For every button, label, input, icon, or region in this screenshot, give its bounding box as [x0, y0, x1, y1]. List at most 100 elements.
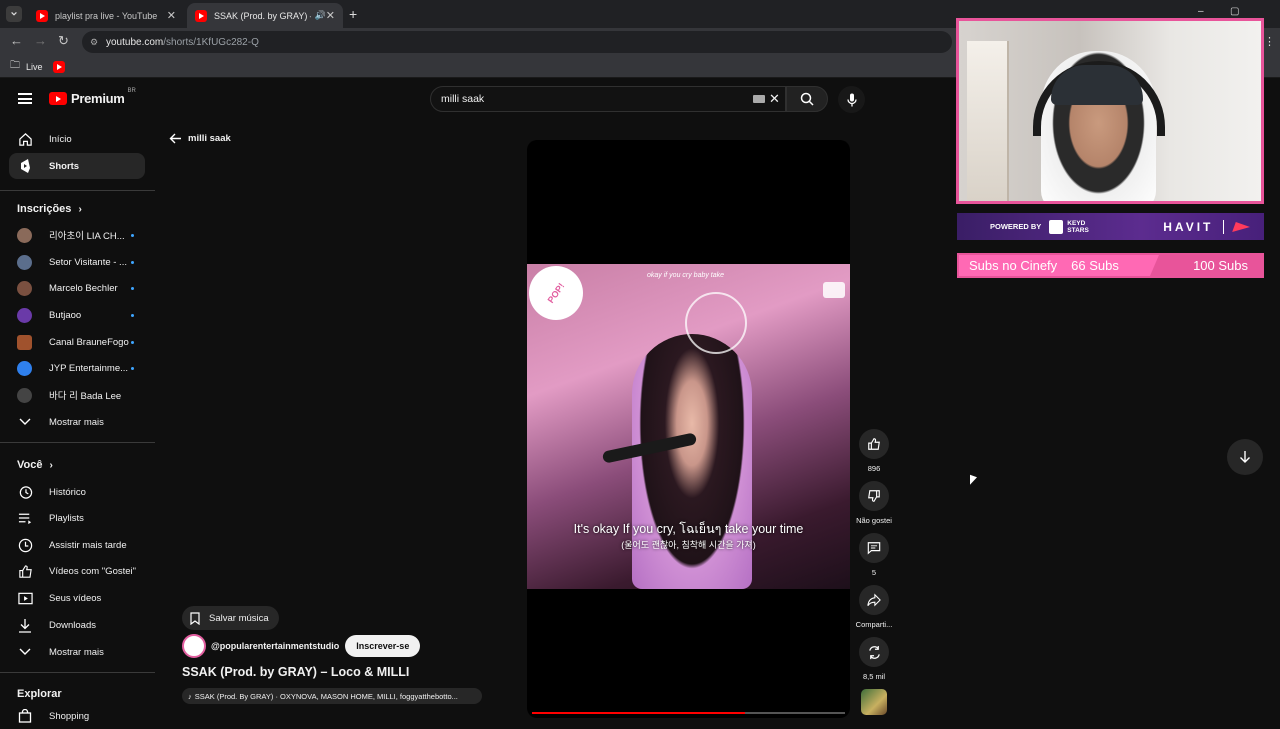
sidebar-item-downloads[interactable]: Downloads: [9, 612, 145, 638]
clear-search-icon[interactable]: ✕: [769, 91, 780, 107]
bookmark-icon: [190, 611, 200, 625]
bag-icon: [17, 708, 33, 724]
sidebar-item-label: Início: [49, 133, 72, 145]
download-icon: [17, 617, 33, 633]
back-to-results[interactable]: milli saak: [169, 133, 231, 144]
subscription-item[interactable]: Setor Visitante - ...: [9, 249, 145, 275]
mouse-cursor: [970, 474, 977, 488]
subscription-item[interactable]: 바다 리 Bada Lee: [9, 382, 145, 408]
subscription-item[interactable]: JYP Entertainme...: [9, 355, 145, 381]
show-more-label: Mostrar mais: [49, 416, 104, 428]
subscribe-button[interactable]: Inscrever-se: [345, 635, 421, 657]
channel-handle[interactable]: @popularentertainmentstudio: [211, 641, 339, 651]
sidebar-item-liked-videos[interactable]: Vídeos com "Gostei": [9, 558, 145, 584]
next-video-button[interactable]: [1227, 439, 1263, 475]
channel-avatar: [17, 387, 32, 403]
music-label: SSAK (Prod. By GRAY) · OXYNOVA, MASON HO…: [194, 691, 458, 701]
share-label: Comparti...: [855, 620, 893, 629]
site-info-icon[interactable]: ⚙: [90, 37, 98, 48]
channel-watermark-logo: POP!: [527, 255, 594, 331]
bookmark-live[interactable]: Live: [26, 62, 43, 72]
video-progress-track[interactable]: [532, 712, 845, 714]
webcam-overlay: [956, 18, 1264, 204]
subscription-item[interactable]: Canal BrauneFogo: [9, 329, 145, 355]
chevron-right-icon: ›: [49, 460, 53, 471]
shorts-video-player[interactable]: POP! okay if you cry baby take It's okay…: [527, 140, 850, 718]
search-input[interactable]: milli saak ✕: [430, 86, 786, 112]
maximize-icon[interactable]: ▢: [1230, 6, 1239, 17]
close-tab-icon[interactable]: ✕: [326, 9, 335, 22]
arrow-down-icon: [1240, 451, 1250, 463]
thumbs-up-icon: [868, 438, 880, 450]
dislike-button[interactable]: [859, 481, 889, 511]
you-heading[interactable]: Você ›: [17, 459, 53, 471]
save-music-button[interactable]: Salvar música: [182, 606, 279, 630]
sidebar-item-playlists[interactable]: Playlists: [9, 505, 145, 531]
back-nav-icon[interactable]: ←: [10, 33, 23, 48]
sidebar-divider: [0, 190, 155, 191]
new-content-dot: [131, 313, 134, 317]
you-title: Você: [17, 459, 43, 471]
url-host: youtube.com: [106, 36, 164, 48]
subscription-item[interactable]: Butjaoo: [9, 302, 145, 328]
show-more-subscriptions[interactable]: Mostrar mais: [9, 409, 145, 435]
sponsor-name-2: HAVIT: [1163, 219, 1214, 234]
music-chip[interactable]: ♪ SSAK (Prod. By GRAY) · OXYNOVA, MASON …: [182, 688, 482, 704]
sub-goal-label: Subs no Cinefy: [969, 258, 1058, 273]
sidebar-item-shopping[interactable]: Shopping: [9, 703, 145, 729]
sidebar-item-watch-later[interactable]: Assistir mais tarde: [9, 532, 145, 558]
comment-icon: [867, 542, 881, 555]
comment-count: 5: [871, 568, 877, 577]
channel-name: 바다 리 Bada Lee: [49, 391, 122, 402]
dislike-label: Não gostei: [856, 516, 892, 525]
voice-search-button[interactable]: [838, 86, 865, 113]
speaker-icon[interactable]: 🔊: [315, 10, 326, 21]
tab-search-button[interactable]: [6, 6, 22, 22]
browser-tab[interactable]: playlist pra live - YouTube ✕: [28, 3, 184, 28]
new-tab-button[interactable]: +: [349, 6, 357, 22]
forward-nav-icon[interactable]: →: [34, 33, 47, 48]
close-tab-icon[interactable]: ✕: [167, 9, 176, 22]
minimize-icon[interactable]: –: [1198, 6, 1204, 17]
sidebar-divider: [0, 442, 155, 443]
sub-goal-target: 100 Subs: [1193, 258, 1248, 273]
sidebar-item-home[interactable]: Início: [9, 126, 145, 152]
comments-button[interactable]: [859, 533, 889, 563]
browser-tab-active[interactable]: SSAK (Prod. by GRAY) – Loc 🔊 ✕: [187, 3, 343, 28]
channel-avatar: [17, 280, 32, 296]
shorts-icon: [17, 158, 33, 174]
share-button[interactable]: [859, 585, 889, 615]
sidebar-item-shorts[interactable]: Shorts: [9, 153, 145, 179]
sponsor-banner: POWERED BY KEYD STARS HAVIT: [957, 213, 1264, 240]
chevron-right-icon: ›: [78, 204, 82, 215]
sidebar-item-your-videos[interactable]: Seus vídeos: [9, 585, 145, 611]
sound-thumbnail[interactable]: [861, 689, 887, 715]
channel-avatar: [17, 360, 32, 376]
keyboard-icon[interactable]: [753, 95, 765, 103]
sidebar-item-history[interactable]: Histórico: [9, 479, 145, 505]
powered-by-label: POWERED BY: [990, 222, 1042, 231]
like-button[interactable]: [859, 429, 889, 459]
remix-button[interactable]: [859, 637, 889, 667]
like-count: 896: [867, 464, 881, 473]
search-button[interactable]: [786, 86, 828, 112]
video-title[interactable]: SSAK (Prod. by GRAY) – Loco & MILLI: [182, 665, 409, 679]
reload-icon[interactable]: ↻: [58, 33, 69, 49]
show-more-you[interactable]: Mostrar mais: [9, 639, 145, 665]
music-note-icon: ♪: [188, 691, 192, 701]
subtitle-line-2: (울어도 괜찮아, 침착해 시간을 가져): [621, 540, 756, 550]
subscription-item[interactable]: Marcelo Bechler: [9, 275, 145, 301]
tab-title: playlist pra live - YouTube: [55, 10, 158, 21]
new-content-dot: [131, 340, 134, 344]
menu-icon[interactable]: ⋮: [1264, 35, 1275, 48]
youtube-bookmark-icon[interactable]: [52, 60, 65, 73]
subscription-item[interactable]: 리아초이 LIA CH...: [9, 222, 145, 248]
back-label: milli saak: [188, 133, 231, 144]
show-more-label: Mostrar mais: [49, 646, 104, 658]
chevron-down-icon: [11, 11, 17, 16]
subscriptions-heading[interactable]: Inscrições ›: [17, 203, 82, 215]
channel-avatar[interactable]: [182, 634, 206, 658]
home-icon: [17, 131, 33, 147]
channel-avatar: [17, 307, 32, 323]
url-field[interactable]: ⚙ youtube.com/shorts/1KfUGc282-Q: [82, 31, 952, 53]
